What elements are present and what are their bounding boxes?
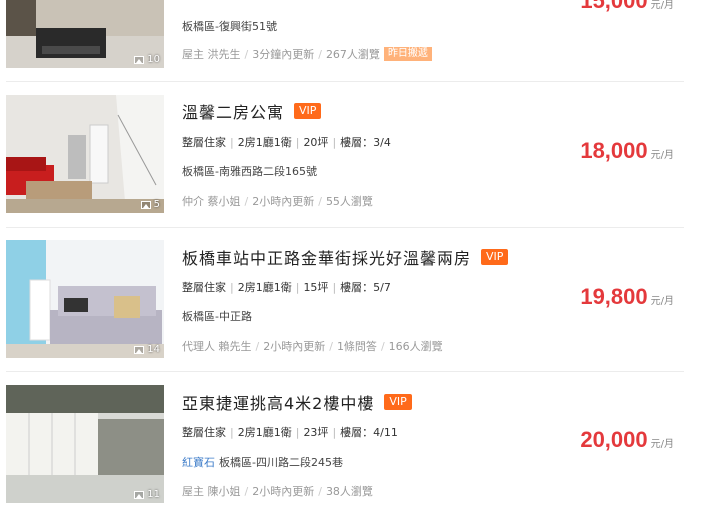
listing-price: 18,000 元/月	[580, 138, 674, 163]
photo-count: 14	[134, 344, 160, 355]
vip-badge: VIP	[481, 249, 509, 265]
listing-address: 板橋區-復興街51號	[182, 20, 277, 33]
listing-thumbnail[interactable]: 11	[6, 385, 164, 503]
listing-info: 整層住家 | 2房1廳1衛 | 20坪 | 樓層：3/4	[182, 136, 391, 149]
listing-price: 19,800 元/月	[580, 284, 674, 309]
listing-address: 板橋區-南雅西路二段165號	[182, 165, 317, 178]
listing-thumbnail[interactable]: 14	[6, 240, 164, 358]
listing-meta: 代理人 賴先生 /2小時內更新 /1條問答 /166人瀏覽	[182, 339, 443, 354]
listing-meta: 屋主 洪先生 /3分鐘內更新 /267人瀏覽 昨日搬遞	[182, 46, 432, 62]
image-icon	[140, 200, 151, 209]
listing-price: 20,000 元/月	[580, 427, 674, 452]
photo-count: 11	[134, 489, 160, 500]
listing-address: 板橋區-中正路	[182, 310, 252, 323]
listing-card[interactable]: 5 溫馨二房公寓 VIP 整層住家 | 2房1廳1衛 | 20坪 | 樓層：3/4 板橋區-…	[0, 82, 684, 228]
page-gutter	[684, 0, 720, 508]
community-link[interactable]: 紅寶石	[182, 456, 215, 469]
image-icon	[134, 345, 145, 354]
listing-title[interactable]: 板橋車站中正路金華街採光好溫馨兩房	[182, 245, 471, 269]
listing-address: 紅寶石 板橋區-四川路二段245巷	[182, 456, 343, 469]
listing-list: 10 板橋區-復興街51號 屋主 洪先生 /3分鐘內更新 /267人瀏覽 昨日搬…	[0, 0, 684, 508]
vip-badge: VIP	[384, 394, 412, 410]
image-icon	[134, 490, 145, 499]
listing-title-row: 溫馨二房公寓 VIP	[182, 99, 322, 123]
listing-info: 整層住家 | 2房1廳1衛 | 23坪 | 樓層：4/11	[182, 426, 398, 439]
listing-price: 15,000 元/月	[580, 0, 674, 13]
listing-meta: 屋主 陳小姐 /2小時內更新 /38人瀏覽	[182, 484, 373, 499]
listing-title-row: 板橋車站中正路金華街採光好溫馨兩房 VIP	[182, 245, 509, 269]
vip-badge: VIP	[294, 103, 322, 119]
listing-thumbnail[interactable]: 10	[6, 0, 164, 68]
status-badge: 昨日搬遞	[383, 47, 432, 61]
image-icon	[134, 55, 145, 64]
listing-card[interactable]: 14 板橋車站中正路金華街採光好溫馨兩房 VIP 整層住家 | 2房1廳1衛 | 15坪…	[0, 228, 684, 372]
photo-count: 5	[140, 199, 160, 210]
listing-thumbnail[interactable]: 5	[6, 95, 164, 213]
listing-title[interactable]: 溫馨二房公寓	[182, 99, 284, 123]
listing-title-row: 亞東捷運挑高4米2樓中樓 VIP	[182, 390, 412, 414]
photo-count: 10	[134, 54, 160, 65]
listing-card[interactable]: 10 板橋區-復興街51號 屋主 洪先生 /3分鐘內更新 /267人瀏覽 昨日搬…	[0, 0, 684, 82]
listing-title[interactable]: 亞東捷運挑高4米2樓中樓	[182, 390, 374, 414]
listing-meta: 仲介 蔡小姐 /2小時內更新 /55人瀏覽	[182, 194, 373, 209]
listing-card[interactable]: 11 亞東捷運挑高4米2樓中樓 VIP 整層住家 | 2房1廳1衛 | 23坪 | 樓層：4…	[0, 372, 684, 508]
listing-info: 整層住家 | 2房1廳1衛 | 15坪 | 樓層：5/7	[182, 281, 391, 294]
